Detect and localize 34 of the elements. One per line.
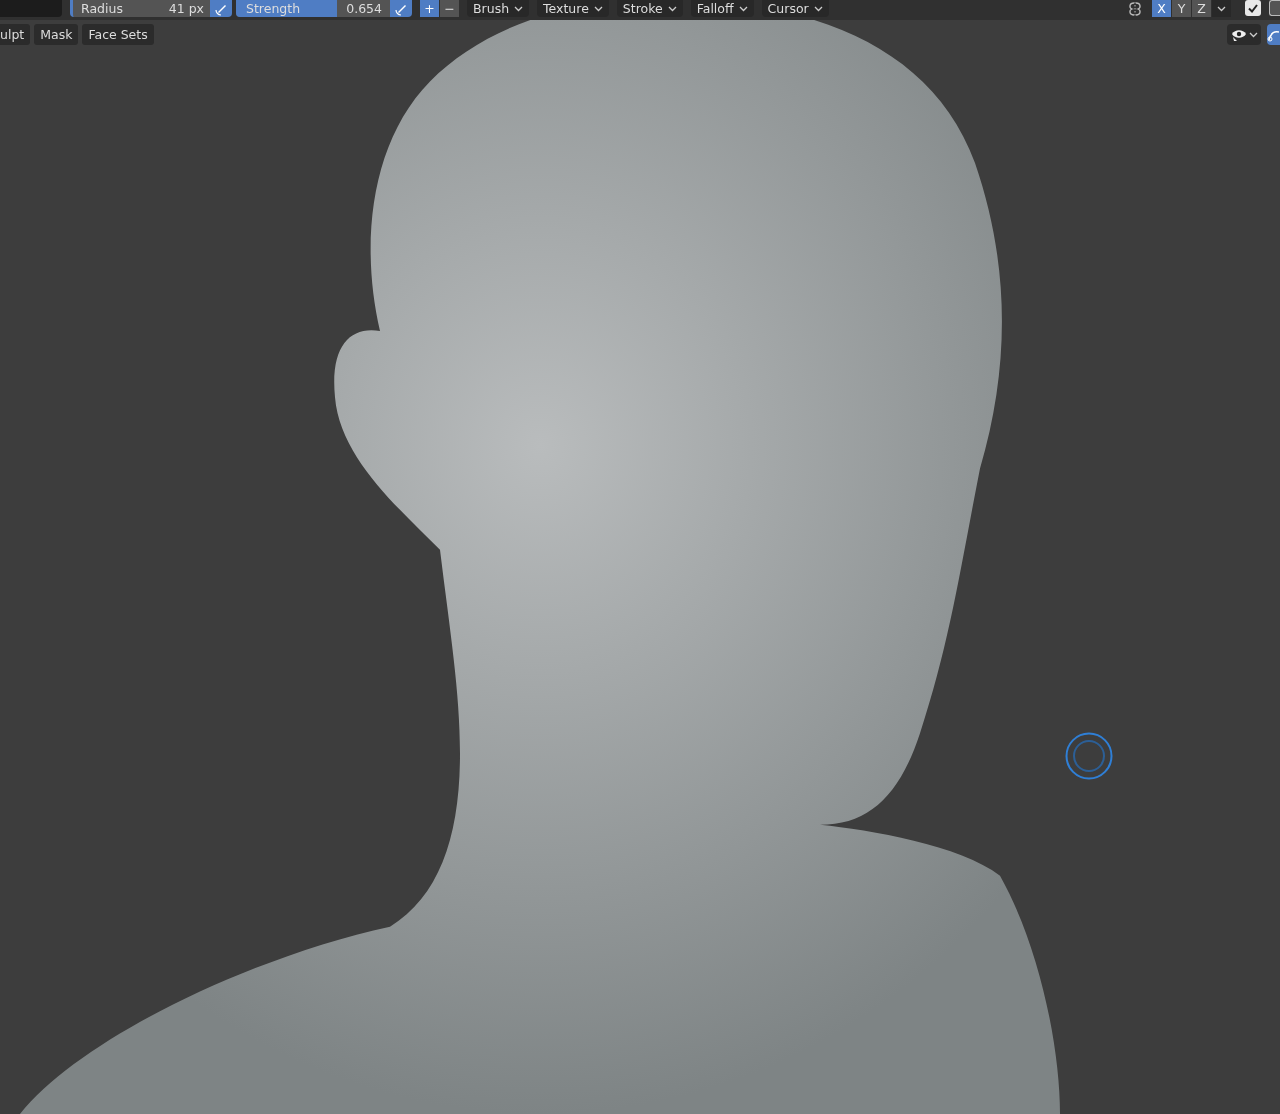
axis-toggle[interactable]: Z [1192,0,1211,17]
gizmo-toggle[interactable] [1267,24,1280,45]
mode-menu[interactable]: ulpt [0,24,31,45]
menu-dropdown[interactable]: Stroke [616,0,683,17]
mode-menu[interactable]: Face Sets [82,24,154,45]
menu-dropdown[interactable]: Brush [467,0,530,17]
caret-icon [667,5,677,12]
axis-toggle[interactable]: Y [1172,0,1191,17]
checkbox[interactable] [1269,0,1280,16]
pressure-toggle[interactable] [210,0,232,17]
menu-dropdown[interactable]: Falloff [690,0,754,17]
axis-toggle[interactable]: X [1152,0,1171,17]
checkbox[interactable] [1245,0,1261,16]
menu-dropdown[interactable]: Cursor [761,0,829,17]
menu-dropdown[interactable]: Texture [537,0,609,17]
checkmark-icon [1248,3,1258,13]
caret-icon [1217,5,1226,12]
mode-menu[interactable]: Mask [34,24,79,45]
viewport[interactable]: ulpt Mask Face Sets [0,20,1280,1114]
caret-icon [1248,31,1258,38]
strength-slider[interactable]: Strength 0.654 [236,0,390,17]
pressure-toggle[interactable] [390,0,412,17]
eye-icon [1230,27,1247,42]
caret-icon [813,5,823,12]
visibility-dropdown[interactable] [1227,24,1261,45]
caret-icon [514,5,524,12]
caret-icon [593,5,603,12]
symmetry-icon [1126,1,1144,17]
direction-button[interactable]: − [440,0,459,17]
radius-field[interactable]: Radius 41 px [70,0,210,17]
direction-button[interactable]: + [420,0,439,17]
brush-cursor-icon [1065,732,1113,780]
caret-icon [738,5,748,12]
symmetry-dropdown[interactable] [1212,0,1231,17]
